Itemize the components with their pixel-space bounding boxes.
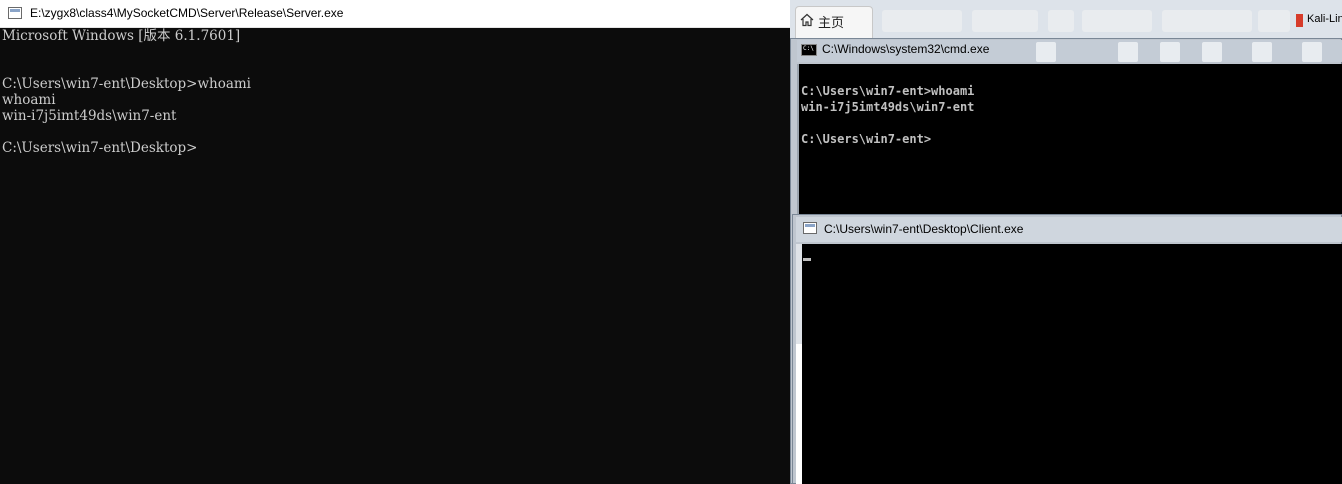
console-line: whoami: [2, 92, 56, 108]
console-app-icon: [803, 222, 817, 234]
cmd-app-icon: [801, 44, 817, 56]
browser-tab[interactable]: [1162, 10, 1252, 32]
console-line: C:\Users\win7-ent\Desktop>whoami: [2, 76, 251, 92]
kali-tab-label[interactable]: Kali-Lin: [1307, 13, 1342, 25]
console-line: C:\Users\win7-ent>whoami: [801, 84, 975, 98]
server-console-output[interactable]: Microsoft Windows [版本 6.1.7601] C:\Users…: [0, 28, 790, 484]
client-window-title: C:\Users\win7-ent\Desktop\Client.exe: [824, 222, 1024, 236]
browser-tab[interactable]: [882, 10, 962, 32]
console-line: C:\Users\win7-ent>: [801, 132, 932, 146]
kali-tab-icon: [1296, 14, 1303, 27]
client-console-output[interactable]: [802, 244, 1342, 484]
console-line: win-i7j5imt49ds\win7-ent: [2, 108, 177, 124]
browser-tab[interactable]: [1048, 10, 1074, 32]
console-app-icon: [8, 7, 22, 19]
browser-tab[interactable]: [1258, 10, 1290, 32]
browser-home-tab-label: 主页: [818, 16, 845, 31]
server-titlebar[interactable]: E:\zygx8\class4\MySocketCMD\Server\Relea…: [0, 0, 790, 28]
cmd-window-title: C:\Windows\system32\cmd.exe: [822, 42, 990, 56]
desktop-icon-blur: [1302, 42, 1322, 62]
browser-tab[interactable]: [1082, 10, 1152, 32]
home-icon: [800, 13, 814, 27]
desktop-icon-blur: [1036, 42, 1056, 62]
desktop-icon-blur: [1202, 42, 1222, 62]
console-line: Microsoft Windows [版本 6.1.7601]: [2, 28, 241, 44]
browser-tab[interactable]: [972, 10, 1038, 32]
desktop-icon-blur: [1118, 42, 1138, 62]
console-line: win-i7j5imt49ds\win7-ent: [801, 100, 975, 114]
server-console-window: E:\zygx8\class4\MySocketCMD\Server\Relea…: [0, 0, 790, 484]
console-line: C:\Users\win7-ent\Desktop>: [2, 140, 198, 156]
server-window-title: E:\zygx8\class4\MySocketCMD\Server\Relea…: [30, 6, 344, 20]
desktop-icon-blur: [1160, 42, 1180, 62]
text-cursor: [803, 258, 811, 261]
desktop-icon-blur: [1252, 42, 1272, 62]
